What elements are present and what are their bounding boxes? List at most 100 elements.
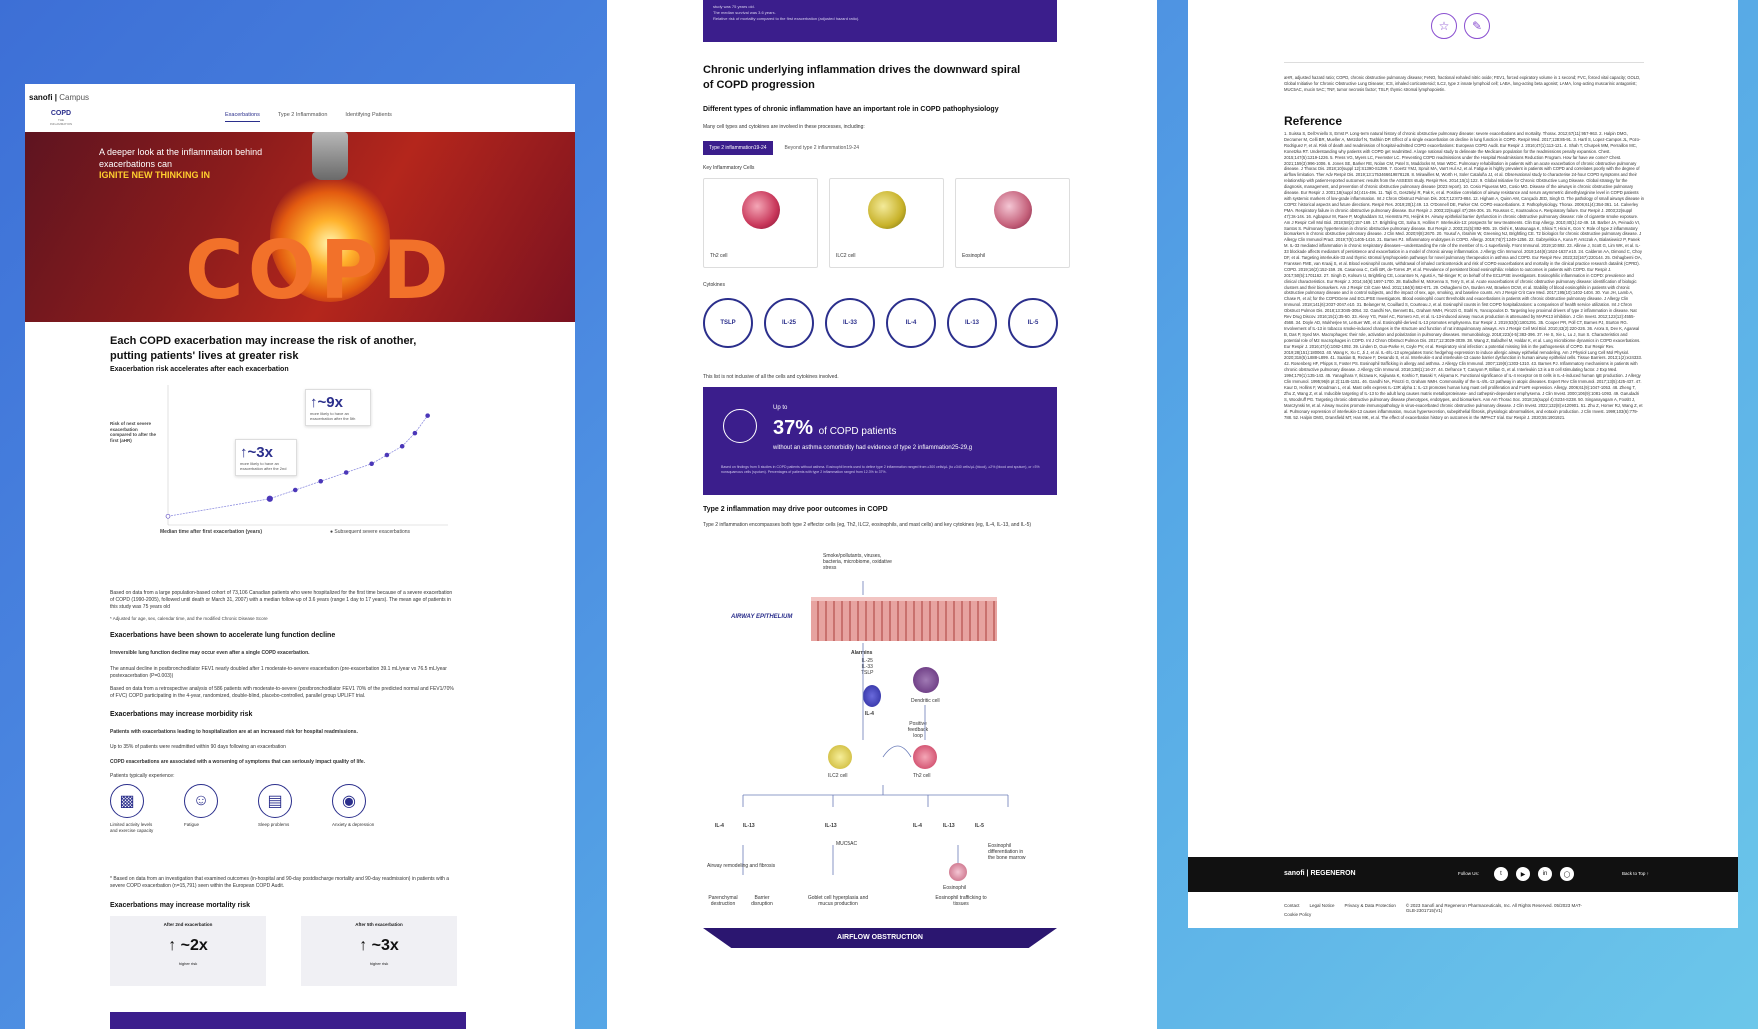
key-cells-row: Th2 cell ILC2 cell Eosinophil [703,178,1070,268]
morbidity-bold2: COPD exacerbations are associated with a… [110,759,366,765]
thumbs-up-icon[interactable]: ☆ [1431,13,1457,39]
tab-identifying-patients[interactable]: Identifying Patients [345,112,391,122]
stat-9x-value: ↑~9x [310,394,343,411]
cytokine-il13[interactable]: IL-13 [947,298,997,348]
branch3-il13: IL-13 [943,823,955,829]
top-note: Relative risk of mortality compared to t… [713,16,860,21]
subsection-morbidity: Exacerbations may increase morbidity ris… [110,711,253,718]
ilc2-cell-image [868,191,906,229]
mortality-value: ↑ ~2x [168,937,208,954]
twitter-icon[interactable]: t [1494,867,1508,881]
bulb-cap-illustration [312,132,348,180]
cell-card-eosinophil[interactable]: Eosinophil [955,178,1070,268]
subsection-type2-outcomes: Type 2 inflammation may drive poor outco… [703,506,888,513]
exacerbations-page-panel: sanofi | Campus COPD THE INFLAMMATION Ex… [25,84,575,1029]
data-point [399,443,405,449]
diagram-eosinophil: Eosinophil [943,885,967,891]
references-page-panel: ☆ ✎ aHR, adjusted hazard ratio; COPD, ch… [1188,0,1738,928]
branch-il4: IL-4 [715,823,724,829]
cell-name: Th2 cell [710,253,728,259]
type2-pathway-diagram: Smoke/pollutants, viruses, bacteria, mic… [703,545,1057,1025]
data-point [369,461,374,467]
symptom-limited-activity: ▩ Limited activity levels and exercise ca… [110,784,160,834]
callout-pct-value: 37% [773,417,814,439]
copd-logo[interactable]: COPD THE INFLAMMATION [49,110,73,126]
site-footer: sanofi | REGENERON Follow Us: t ▶ in ◯ B… [1188,857,1738,892]
footer-link-legal[interactable]: Legal Notice [1310,903,1335,913]
tab-type2-inflammation[interactable]: Type 2 Inflammation [278,112,328,122]
stat-9x-card: ↑~9x more likely to have an exacerbation… [305,389,371,426]
youtube-icon[interactable]: ▶ [1516,867,1530,881]
back-to-top-link[interactable]: Back to Top ↑ [1622,871,1649,876]
couch-icon: ▩ [110,784,144,818]
cell-card-ilc2[interactable]: ILC2 cell [829,178,944,268]
callout-percent: 37% of COPD patients [773,417,896,440]
linkedin-icon[interactable]: in [1538,867,1552,881]
footer-logo[interactable]: sanofi | REGENERON [1284,870,1356,877]
main-tabs: Exacerbations Type 2 Inflammation Identi… [225,112,392,122]
diagram-goblet: Goblet cell hyperplasia and mucus produc… [807,895,869,907]
branch3-il5: IL-5 [975,823,984,829]
brand-name: sanofi [29,93,53,102]
purple-callout-strip [110,1012,466,1029]
data-point [425,413,430,418]
symptom-icons: ▩ Limited activity levels and exercise ca… [110,784,382,834]
branch2-il13: IL-13 [825,823,837,829]
branch-il13: IL-13 [743,823,755,829]
morbidity-readmitted: Up to 35% of patients were readmitted wi… [110,744,286,750]
hero-banner: A deeper look at the inflammation behind… [25,132,575,322]
reference-list: 1. Suissa S, Dell'Aniello S, Ernst P. Lo… [1284,131,1644,420]
morbidity-bold: Patients with exacerbations leading to h… [110,729,358,735]
cell-card-th2[interactable]: Th2 cell [703,178,818,268]
top-purple-band: study was 75 years old. The median survi… [703,0,1057,42]
comment-icon[interactable]: ✎ [1464,13,1490,39]
cell-name: ILC2 cell [836,253,856,259]
cytokine-il5[interactable]: IL-5 [1008,298,1058,348]
symptom-label: Limited activity levels and exercise cap… [110,822,154,833]
tab-type2[interactable]: Type 2 inflammation19-24 [703,141,773,155]
cytokine-tslp[interactable]: TSLP [703,298,753,348]
data-point [318,478,324,484]
brand-sub: Campus [59,93,90,102]
intro-text: Many cell types and cytokines are involv… [703,124,865,130]
footer-link-cookie[interactable]: Cookie Policy [1284,912,1311,917]
footer-link-privacy[interactable]: Privacy & Data Protection [1345,903,1396,913]
symptom-anxiety: ◉ Anxiety & depression [332,784,382,834]
logo-title: COPD [50,110,72,117]
head-icon: ◉ [332,784,366,818]
section-title-risk: Each COPD exacerbation may increase the … [110,335,417,362]
cohort-description: Based on data from a large population-ba… [110,590,453,610]
tab-beyond-type2[interactable]: Beyond type 2 inflammation19-24 [779,141,866,155]
instagram-icon[interactable]: ◯ [1560,867,1574,881]
reference-title: Reference [1284,114,1343,128]
data-point [266,495,273,502]
morbidity-note: * Based on data from an investigation th… [110,876,450,889]
morbidity-note-text: Based on data from an investigation that… [110,876,450,889]
mortality-value: ↑ ~3x [359,937,399,954]
stat-3x-card: ↑~3x more likely to have an exacerbation… [235,439,297,476]
chart-legend: ● Subsequent severe exacerbations [330,529,411,535]
tab-exacerbations[interactable]: Exacerbations [225,112,260,122]
cytokine-il25[interactable]: IL-25 [764,298,814,348]
footer-copyright: © 2023 Sanofi and Regeneron Pharmaceutic… [1405,903,1582,913]
footer-links: Contact Legal Notice Privacy & Data Prot… [1284,903,1586,913]
chart-xlabel: Median time after first exacerbation (ye… [160,529,262,535]
mortality-card-5th: After 5th exacerbation ↑ ~3x higher risk [301,916,457,986]
stat-3x-caption: more likely to have an exacerbation afte… [240,461,287,471]
adjusted-note: * Adjusted for age, sex, calendar time, … [110,616,268,621]
chart-ylabel: Risk of next severe exacerbation compare… [110,421,157,443]
cytokine-il4[interactable]: IL-4 [886,298,936,348]
symptom-label: Fatigue [184,822,200,827]
subsection-mortality: Exacerbations may increase mortality ris… [110,902,251,909]
cytokine-il33[interactable]: IL-33 [825,298,875,348]
data-point [292,487,298,493]
data-point [165,513,171,519]
data-point [384,452,390,458]
mortality-risk: higher risk [369,961,389,966]
cytokines-label: Cytokines [703,282,725,288]
sanofi-campus-logo[interactable]: sanofi | Campus [29,93,89,102]
prevalence-callout: Up to 37% of COPD patients without an as… [703,387,1057,495]
callout-sub: without an asthma comorbidity had eviden… [773,445,973,451]
cytokines-row: TSLP IL-25 IL-33 IL-4 IL-13 IL-5 [703,298,1058,348]
inflammation-tabs: Type 2 inflammation19-24 Beyond type 2 i… [703,141,865,155]
